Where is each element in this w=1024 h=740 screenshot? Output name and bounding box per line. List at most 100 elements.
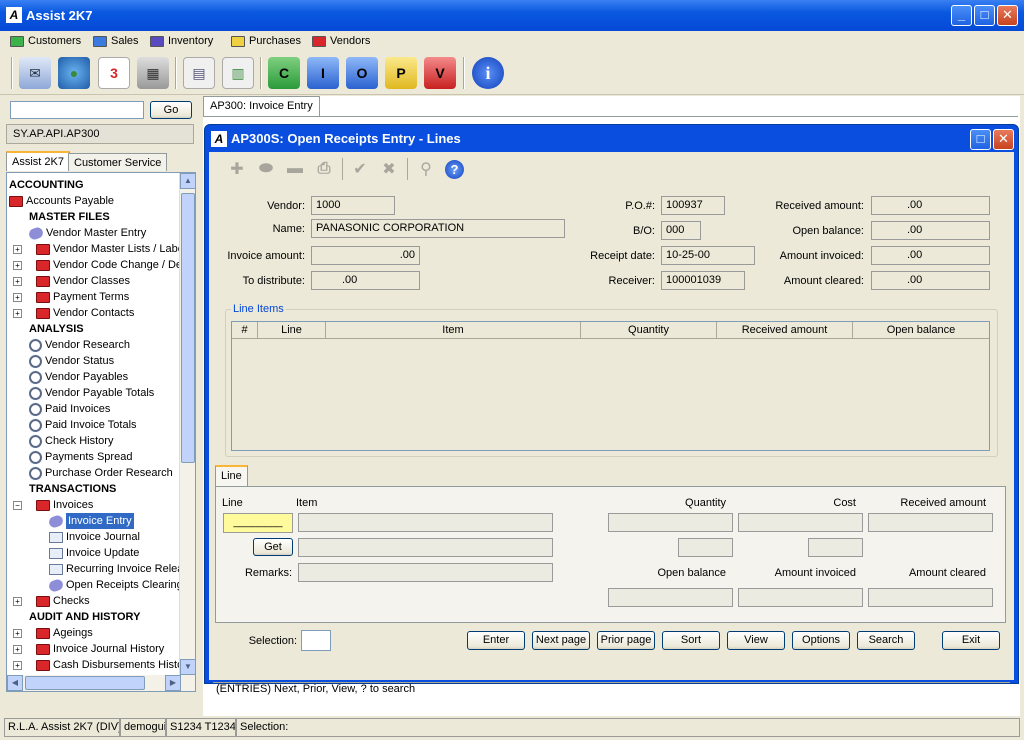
calendar-icon[interactable]: 3: [98, 57, 130, 89]
tree-item[interactable]: Invoice Journal: [49, 529, 140, 545]
menu-inventory[interactable]: Inventory: [150, 33, 213, 49]
tree-item[interactable]: Purchase Order Research: [29, 465, 173, 481]
tree-item[interactable]: Vendor Payables: [29, 369, 128, 385]
tab-ap300-invoice-entry[interactable]: AP300: Invoice Entry: [203, 96, 320, 116]
amount-cleared-field[interactable]: .00: [871, 271, 990, 290]
tree-item[interactable]: − Invoices: [13, 497, 93, 513]
expand-icon[interactable]: +: [13, 660, 22, 670]
tree-item[interactable]: Vendor Status: [29, 353, 114, 369]
scroll-left-icon[interactable]: ◀: [7, 675, 23, 691]
report-icon[interactable]: ▤: [183, 57, 215, 89]
cost-input[interactable]: [738, 513, 863, 532]
tree-horizontal-scrollbar[interactable]: ◀ ▶: [7, 675, 181, 691]
orders-o-icon[interactable]: O: [346, 57, 378, 89]
copy-icon[interactable]: ⬬: [256, 159, 276, 179]
menu-customers[interactable]: Customers: [10, 33, 81, 49]
tree-item[interactable]: Paid Invoice Totals: [29, 417, 137, 433]
inventory-i-icon[interactable]: I: [307, 57, 339, 89]
open-balance-input[interactable]: [608, 588, 733, 607]
col-quantity[interactable]: Quantity: [581, 322, 717, 338]
cost-unit-input[interactable]: [808, 538, 863, 557]
collapse-icon[interactable]: −: [13, 500, 22, 510]
minus-icon[interactable]: ▬: [285, 159, 305, 179]
tab-assist-2k7[interactable]: Assist 2K7: [6, 151, 70, 171]
quantity-input[interactable]: [608, 513, 733, 532]
col-number[interactable]: #: [232, 322, 258, 338]
minimize-icon[interactable]: _: [951, 5, 972, 26]
open-balance-field[interactable]: .00: [871, 221, 990, 240]
receipt-date-field[interactable]: 10-25-00: [661, 246, 755, 265]
tree-item[interactable]: + Vendor Code Change / Delete: [13, 257, 195, 273]
line-input[interactable]: ________: [223, 513, 293, 533]
item-input[interactable]: [298, 513, 553, 532]
vendor-field[interactable]: 1000: [311, 196, 395, 215]
to-distribute-field[interactable]: .00: [311, 271, 420, 290]
tree-item[interactable]: + Vendor Classes: [13, 273, 130, 289]
menu-vendors[interactable]: Vendors: [312, 33, 370, 49]
expand-icon[interactable]: +: [13, 308, 22, 318]
tab-customer-service[interactable]: Customer Service: [68, 153, 168, 171]
quantity-unit-input[interactable]: [678, 538, 733, 557]
amount-invoiced-field[interactable]: .00: [871, 246, 990, 265]
item-description-input[interactable]: [298, 538, 553, 557]
scroll-down-icon[interactable]: ▼: [180, 659, 195, 675]
exit-button[interactable]: Exit: [942, 631, 1000, 650]
go-button[interactable]: Go: [150, 101, 192, 119]
tree-item[interactable]: + Ageings: [13, 625, 93, 641]
name-field[interactable]: PANASONIC CORPORATION: [311, 219, 565, 238]
enter-button[interactable]: Enter: [467, 631, 525, 650]
tree-item[interactable]: Vendor Payable Totals: [29, 385, 154, 401]
info-icon[interactable]: i: [472, 57, 504, 89]
line-items-grid[interactable]: # Line Item Quantity Received amount Ope…: [231, 321, 990, 451]
cancel-icon[interactable]: ✖: [379, 159, 399, 179]
tree-item[interactable]: Open Receipts Clearing: [47, 577, 183, 593]
tree-item[interactable]: Invoice Update: [49, 545, 139, 561]
calculator-icon[interactable]: ▦: [137, 57, 169, 89]
expand-icon[interactable]: +: [13, 644, 22, 654]
close-icon[interactable]: ✕: [997, 5, 1018, 26]
help-icon[interactable]: ?: [445, 160, 464, 179]
next-page-button[interactable]: Next page: [532, 631, 590, 650]
col-open-balance[interactable]: Open balance: [853, 322, 989, 338]
tab-line[interactable]: Line: [215, 465, 248, 487]
remarks-input[interactable]: [298, 563, 553, 582]
maximize-icon[interactable]: □: [974, 5, 995, 26]
tree-item[interactable]: + Vendor Contacts: [13, 305, 134, 321]
amount-cleared-input[interactable]: [868, 588, 993, 607]
tree-item[interactable]: Invoice Entry: [47, 513, 134, 529]
receiver-field[interactable]: 100001039: [661, 271, 745, 290]
po-field[interactable]: 100937: [661, 196, 725, 215]
tree-vertical-scrollbar[interactable]: ▲ ▼: [179, 173, 195, 691]
expand-icon[interactable]: +: [13, 628, 22, 638]
search-button[interactable]: Search: [857, 631, 915, 650]
tree-item[interactable]: + Vendor Master Lists / Labels: [13, 241, 192, 257]
purchases-p-icon[interactable]: P: [385, 57, 417, 89]
col-line[interactable]: Line: [258, 322, 326, 338]
add-icon[interactable]: ✚: [227, 159, 247, 179]
vendors-v-icon[interactable]: V: [424, 57, 456, 89]
tree-item[interactable]: + Checks: [13, 593, 90, 609]
window-close-icon[interactable]: ✕: [993, 129, 1014, 150]
globe-icon[interactable]: ●: [58, 57, 90, 89]
view-button[interactable]: View: [727, 631, 785, 650]
tree-item[interactable]: Check History: [29, 433, 113, 449]
chart-report-icon[interactable]: ▥: [222, 57, 254, 89]
tree-item[interactable]: + Invoice Journal History: [13, 641, 164, 657]
print-icon[interactable]: ⎙: [314, 159, 334, 179]
amount-invoiced-input[interactable]: [738, 588, 863, 607]
prior-page-button[interactable]: Prior page: [597, 631, 655, 650]
get-button[interactable]: Get: [253, 538, 293, 556]
col-received-amount[interactable]: Received amount: [717, 322, 853, 338]
tree-item[interactable]: + Payment Terms: [13, 289, 129, 305]
scroll-thumb-horizontal[interactable]: [25, 676, 145, 690]
selection-input[interactable]: [301, 630, 331, 651]
received-amount-field[interactable]: .00: [871, 196, 990, 215]
tree-item[interactable]: Recurring Invoice Release: [49, 561, 195, 577]
expand-icon[interactable]: +: [13, 596, 22, 606]
options-button[interactable]: Options: [792, 631, 850, 650]
customers-c-icon[interactable]: C: [268, 57, 300, 89]
tree-item[interactable]: Payments Spread: [29, 449, 132, 465]
window-maximize-icon[interactable]: □: [970, 129, 991, 150]
mail-icon[interactable]: ✉: [19, 57, 51, 89]
bo-field[interactable]: 000: [661, 221, 701, 240]
